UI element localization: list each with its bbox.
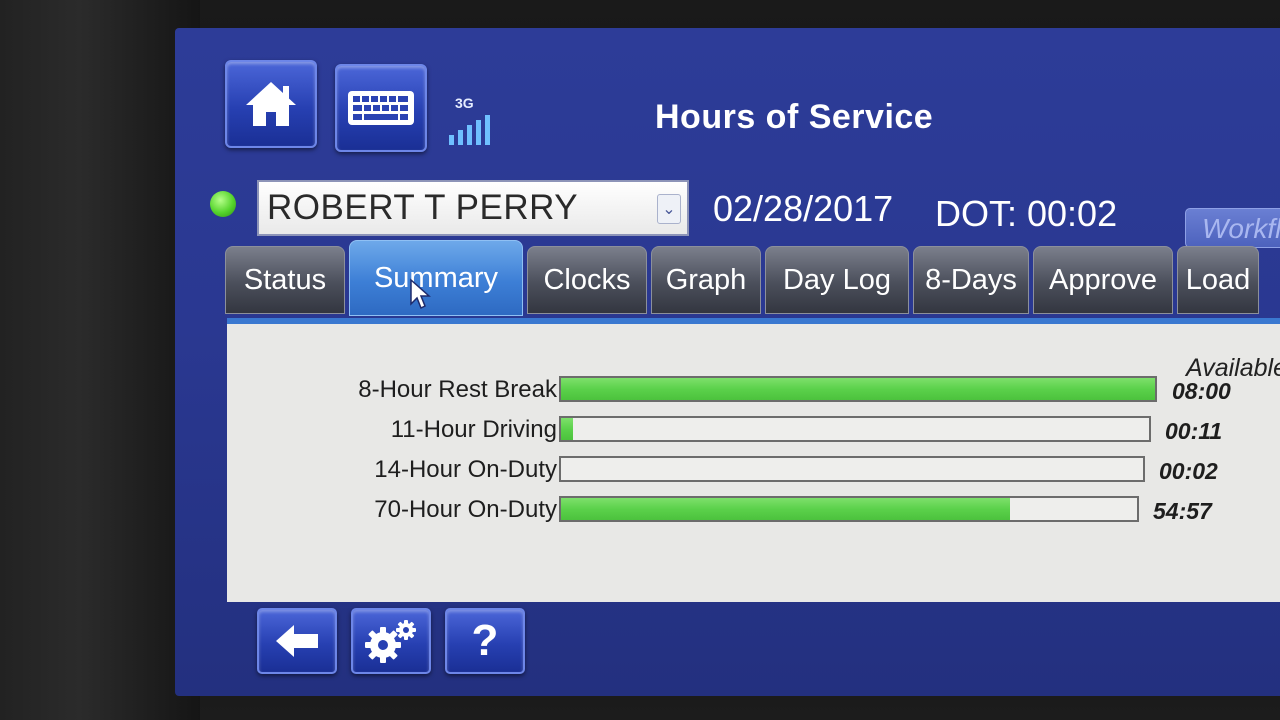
row-value-rest-break: 08:00 xyxy=(1172,378,1231,404)
help-button[interactable]: ? xyxy=(445,608,525,674)
progress-bar-rest-break xyxy=(559,376,1157,402)
current-date: 02/28/2017 xyxy=(713,188,894,229)
back-button[interactable] xyxy=(257,608,337,674)
mouse-cursor-icon xyxy=(410,278,431,310)
home-button[interactable] xyxy=(225,60,317,148)
progress-fill xyxy=(561,378,1155,400)
tab-summary[interactable]: Summary xyxy=(349,240,523,316)
keyboard-icon xyxy=(348,91,414,125)
driver-name: ROBERT T PERRY xyxy=(267,188,579,227)
home-icon xyxy=(246,82,296,126)
network-label: 3G xyxy=(455,95,474,111)
tab-day-log[interactable]: Day Log xyxy=(765,246,909,314)
tab-8-days[interactable]: 8-Days xyxy=(913,246,1029,314)
driver-select[interactable]: ROBERT T PERRY ⌄ xyxy=(257,180,689,236)
gear-icon xyxy=(365,620,416,663)
back-arrow-icon xyxy=(276,625,318,657)
chevron-down-icon[interactable]: ⌄ xyxy=(657,194,681,224)
row-value-14-hour: 00:02 xyxy=(1159,458,1218,484)
row-value-driving: 00:11 xyxy=(1165,418,1223,444)
keyboard-button[interactable] xyxy=(335,64,427,152)
row-label-driving: 11-Hour Driving xyxy=(390,416,557,443)
summary-panel: Available 8-Hour Rest Break 08:00 11-Hou… xyxy=(227,318,1280,602)
tab-load[interactable]: Load xyxy=(1177,246,1259,314)
progress-fill xyxy=(561,498,1011,520)
row-label-14-hour: 14-Hour On-Duty xyxy=(374,456,557,483)
progress-fill xyxy=(561,418,573,440)
progress-bar-70-hour xyxy=(559,496,1139,522)
row-value-70-hour: 54:57 xyxy=(1153,498,1212,524)
row-label-70-hour: 70-Hour On-Duty xyxy=(374,496,557,523)
device-bezel-left xyxy=(0,0,200,720)
tab-status[interactable]: Status xyxy=(225,246,345,314)
progress-bar-14-hour xyxy=(559,456,1145,482)
driver-status-indicator xyxy=(210,191,236,217)
page-title: Hours of Service xyxy=(655,98,934,136)
tab-bar: Status Summary Clocks Graph Day Log 8-Da… xyxy=(225,236,1280,318)
tab-clocks[interactable]: Clocks xyxy=(527,246,647,314)
tab-approve[interactable]: Approve xyxy=(1033,246,1173,314)
tab-graph[interactable]: Graph xyxy=(651,246,761,314)
signal-indicator: 3G xyxy=(445,93,495,153)
row-label-rest-break: 8-Hour Rest Break xyxy=(358,376,557,403)
hos-screen: 3G Hours of Service ROBERT T PERRY ⌄ 02/… xyxy=(175,28,1280,696)
settings-button[interactable] xyxy=(351,608,431,674)
dot-clock: DOT: 00:02 xyxy=(935,193,1118,234)
progress-bar-driving xyxy=(559,416,1151,442)
